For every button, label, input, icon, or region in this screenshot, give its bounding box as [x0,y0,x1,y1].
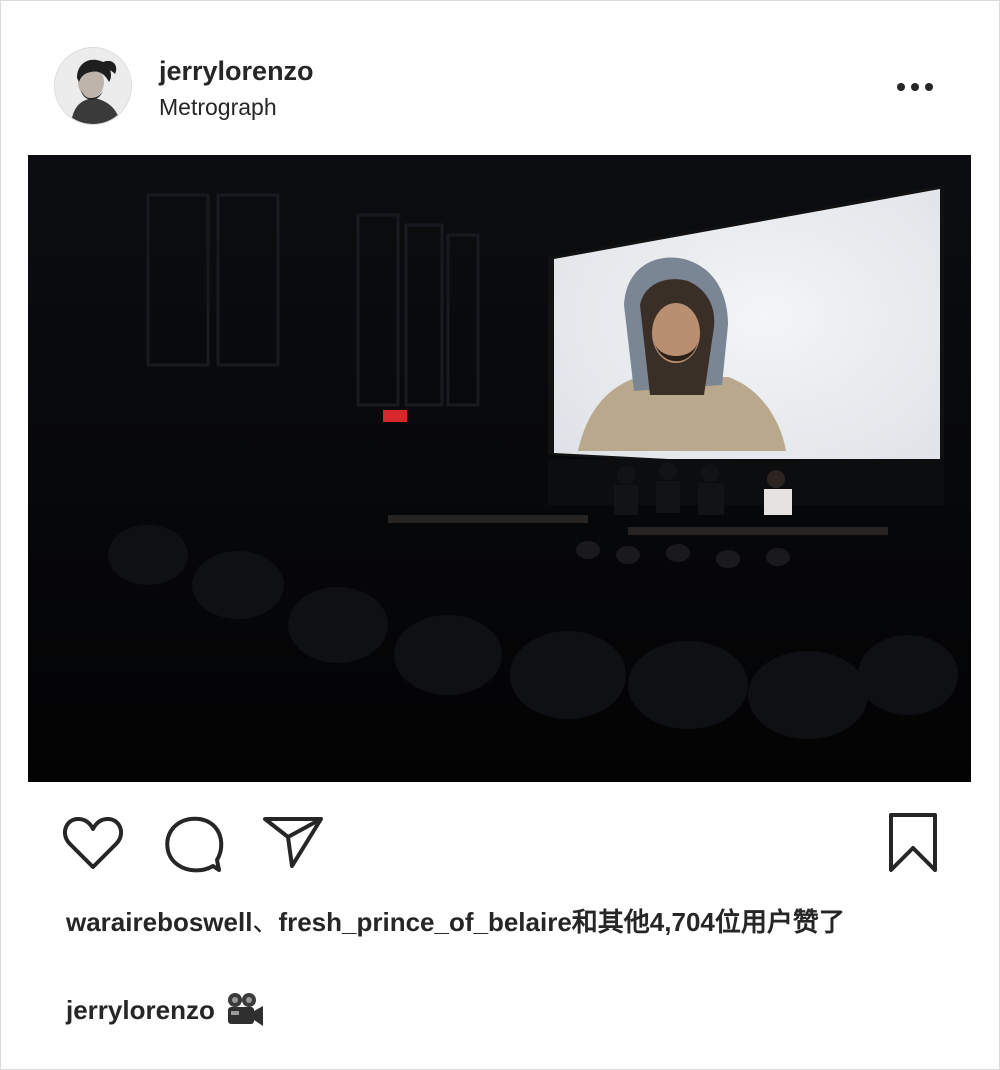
paper-plane-icon [263,817,323,868]
caption: jerrylorenzo [66,992,265,1028]
share-button[interactable] [262,814,324,870]
liker-username[interactable]: waraireboswell [66,907,252,937]
like-button[interactable] [62,814,124,872]
more-horizontal-icon [897,83,933,91]
heart-icon [62,817,124,869]
avatar[interactable] [54,47,132,125]
avatar-image [55,48,131,124]
liker-separator: 、 [252,907,279,937]
liker-username[interactable]: fresh_prince_of_belaire [278,907,571,937]
post-username[interactable]: jerrylorenzo [159,56,314,87]
more-options-button[interactable] [895,78,935,96]
post-location[interactable]: Metrograph [159,94,277,121]
caption-username[interactable]: jerrylorenzo [66,995,215,1026]
likes-summary: waraireboswell、fresh_prince_of_belaire和其… [66,905,946,939]
bookmark-icon [889,813,937,872]
photo-image [28,155,971,782]
movie-camera-icon [225,992,265,1028]
comment-icon [165,816,224,873]
comment-button[interactable] [163,814,225,874]
likes-count-text[interactable]: 和其他4,704位用户赞了 [572,907,845,937]
post-header: jerrylorenzo Metrograph [0,0,1000,155]
post-photo[interactable] [28,155,971,782]
save-button[interactable] [886,812,940,874]
